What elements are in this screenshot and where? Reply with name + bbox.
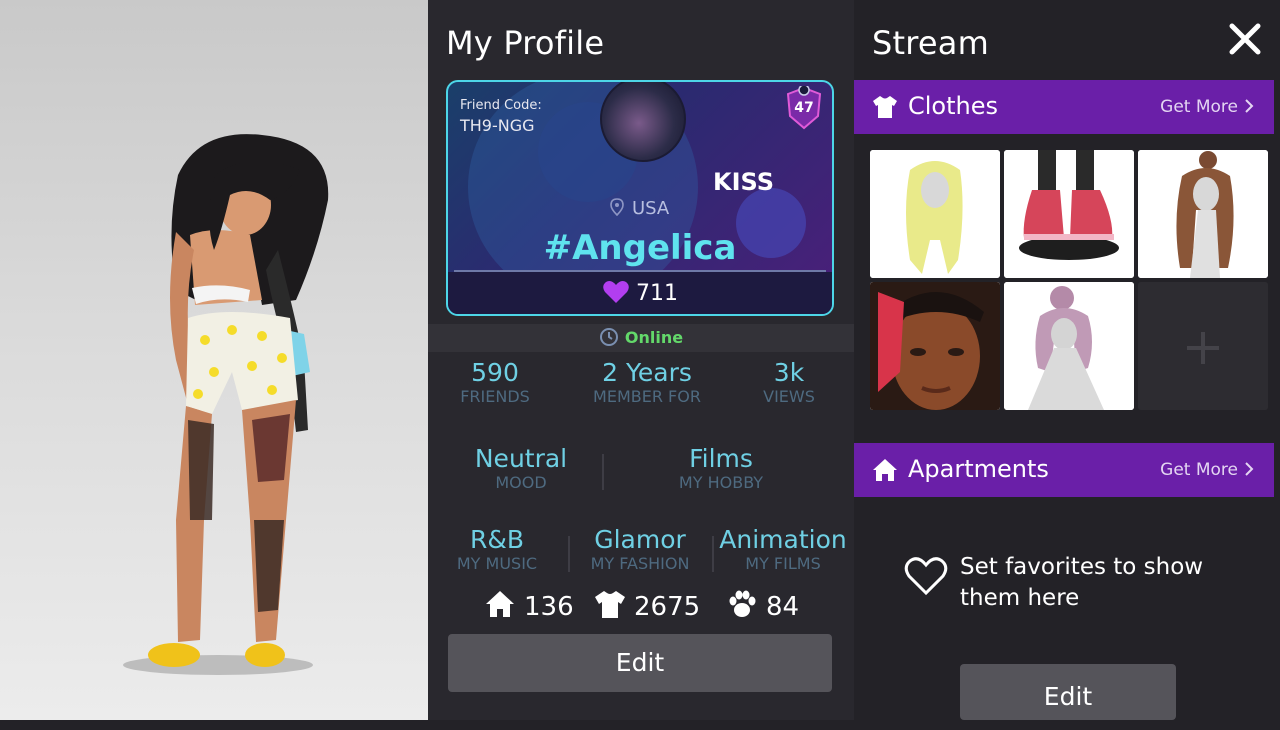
interest-fashion: Glamor MY FASHION — [578, 525, 702, 573]
username: #Angelica — [543, 228, 737, 268]
shirt-icon — [873, 96, 897, 118]
chevron-right-icon — [1245, 99, 1254, 113]
stream-title: Stream — [872, 24, 989, 62]
friend-code[interactable]: TH9-NGG — [460, 116, 535, 135]
apartments-label: Apartments — [908, 455, 1049, 483]
stat-value: 2 Years — [602, 358, 692, 387]
interest-value: Films — [689, 444, 753, 473]
apartments-section-header[interactable]: Apartments Get More — [854, 443, 1274, 497]
interest-hobby: Films MY HOBBY — [656, 444, 786, 492]
profile-card: Friend Code: TH9-NGG 47 KISS USA #Angeli… — [446, 80, 834, 316]
location-text: USA — [632, 198, 670, 219]
divider — [568, 536, 570, 572]
clothes-label: Clothes — [908, 92, 998, 120]
heart-outline-icon — [904, 557, 948, 596]
apartments-count-value: 136 — [524, 592, 574, 622]
friend-code-label: Friend Code: — [460, 98, 542, 113]
clothes-get-more[interactable]: Get More — [1160, 97, 1254, 117]
divider — [602, 454, 604, 490]
edit-stream-button[interactable]: Edit — [960, 664, 1176, 720]
chevron-right-icon — [1245, 462, 1254, 476]
add-clothes-tile[interactable] — [1138, 282, 1268, 410]
interest-label: MY MUSIC — [456, 554, 538, 573]
profile-panel: My Profile Friend Code: TH9-NGG 47 KISS … — [428, 0, 854, 720]
clothes-count[interactable]: 2675 — [594, 588, 700, 624]
online-status: Online — [428, 324, 854, 352]
favorites-note-line1: Set favorites to show — [960, 554, 1204, 580]
interest-value: Glamor — [594, 525, 686, 554]
card-divider — [454, 270, 826, 272]
divider — [712, 536, 714, 572]
shirt-icon — [595, 591, 625, 618]
likes-count: 711 — [636, 281, 678, 306]
lilac-hair-thumbnail — [1004, 282, 1134, 410]
interest-music: R&B MY MUSIC — [442, 525, 552, 573]
apartments-count[interactable]: 136 — [484, 588, 574, 624]
online-text: Online — [624, 328, 684, 347]
stream-panel: Stream Clothes Get More Apartments Get M… — [854, 0, 1280, 720]
close-icon[interactable] — [1228, 22, 1262, 56]
boots-thumbnail — [1004, 150, 1134, 278]
brown-hair-thumbnail — [1138, 150, 1268, 278]
interest-films: Animation MY FILMS — [718, 525, 848, 573]
stat-value: 3k — [773, 358, 805, 387]
location: USA — [610, 198, 669, 219]
house-icon — [486, 591, 514, 617]
favorites-empty-note: Set favorites to show them here — [960, 552, 1203, 614]
page-title: My Profile — [446, 24, 605, 62]
clothes-item-face[interactable] — [870, 282, 1000, 410]
interest-value: Neutral — [474, 444, 568, 473]
paw-icon — [729, 590, 756, 617]
mood-badge: KISS — [713, 168, 775, 196]
stat-member-for: 2 Years MEMBER FOR — [576, 358, 718, 406]
stat-friends[interactable]: 590 FRIENDS — [440, 358, 550, 406]
stat-label: FRIENDS — [460, 387, 530, 406]
avatar-preview — [0, 0, 428, 720]
get-more-label: Get More — [1160, 97, 1238, 117]
heart-icon — [603, 281, 629, 303]
favorites-note-line2: them here — [960, 585, 1080, 611]
edit-profile-button[interactable]: Edit — [448, 634, 832, 692]
blonde-hair-thumbnail — [870, 150, 1000, 278]
interest-value: R&B — [469, 525, 525, 554]
interest-value: Animation — [719, 525, 847, 554]
stat-label: MEMBER FOR — [593, 387, 701, 406]
stat-value: 590 — [471, 358, 519, 387]
interest-label: MY FILMS — [745, 554, 821, 573]
pets-count[interactable]: 84 — [726, 588, 799, 624]
likes: 711 — [448, 280, 832, 306]
avatar[interactable] — [600, 82, 686, 162]
interest-label: MOOD — [495, 473, 547, 492]
clothes-item-blonde-hair[interactable] — [870, 150, 1000, 278]
stat-views: 3k VIEWS — [734, 358, 844, 406]
get-more-label: Get More — [1160, 460, 1238, 480]
level-number: 47 — [794, 100, 814, 116]
clothes-item-lilac-hair[interactable] — [1004, 282, 1134, 410]
house-icon — [873, 459, 897, 481]
clothes-count-value: 2675 — [634, 592, 701, 622]
apartments-get-more[interactable]: Get More — [1160, 460, 1254, 480]
interest-label: MY FASHION — [590, 554, 690, 573]
interest-label: MY HOBBY — [678, 473, 764, 492]
avatar-figure — [123, 134, 329, 675]
clothes-section-header[interactable]: Clothes Get More — [854, 80, 1274, 134]
pets-count-value: 84 — [766, 592, 800, 622]
interest-mood: Neutral MOOD — [456, 444, 586, 492]
stat-label: VIEWS — [763, 387, 815, 406]
clothes-item-brown-hair[interactable] — [1138, 150, 1268, 278]
clock-icon — [599, 328, 618, 346]
location-pin-icon — [610, 198, 624, 216]
face-thumbnail — [870, 282, 1000, 410]
clothes-item-red-boots[interactable] — [1004, 150, 1134, 278]
plus-icon — [1138, 282, 1268, 410]
